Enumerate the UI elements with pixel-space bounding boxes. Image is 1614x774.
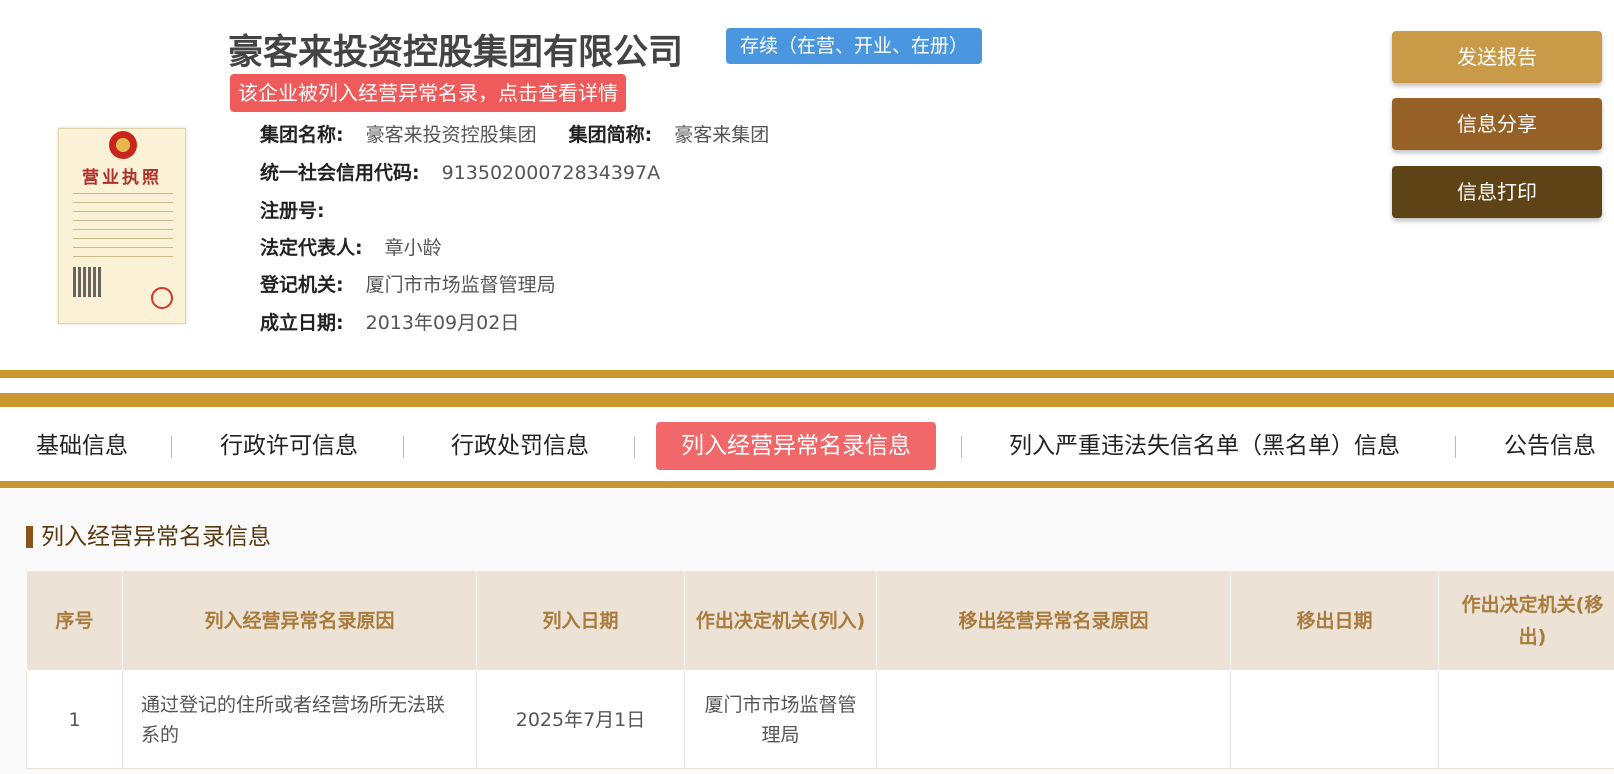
- share-info-button[interactable]: 信息分享: [1392, 98, 1602, 150]
- cell-index: 1: [26, 670, 123, 769]
- column-header-date-in: 列入日期: [476, 570, 685, 671]
- tab-separator: [171, 436, 172, 458]
- cell-date-in: 2025年7月1日: [476, 670, 685, 769]
- reg-authority-row: 登记机关: 厦门市市场监督管理局: [260, 270, 556, 300]
- cell-reason-out: [876, 670, 1231, 769]
- cell-reason-in: 通过登记的住所或者经营场所无法联系的: [122, 670, 477, 769]
- group-info-row: 集团名称: 豪客来投资控股集团 集团简称: 豪客来集团: [260, 120, 769, 150]
- column-header-authority-out: 作出决定机关(移出): [1438, 570, 1614, 671]
- cell-authority-in: 厦门市市场监督管理局: [684, 670, 877, 769]
- tab-separator: [403, 436, 404, 458]
- tabs-bottom-divider: [0, 481, 1614, 488]
- company-name: 豪客来投资控股集团有限公司: [228, 33, 684, 73]
- credit-code-row: 统一社会信用代码: 91350200072834397A: [260, 158, 660, 188]
- reg-no-row: 注册号:: [260, 196, 325, 226]
- abnormal-list-section: 列入经营异常名录信息 序号 列入经营异常名录原因 列入日期 作出决定机关(列入)…: [0, 488, 1614, 774]
- business-license-image[interactable]: 营业执照: [58, 128, 186, 324]
- credit-code-label: 统一社会信用代码:: [260, 162, 420, 184]
- abnormal-list-alert[interactable]: 该企业被列入经营异常名录，点击查看详情: [230, 74, 626, 112]
- qr-code-icon: [73, 267, 103, 297]
- tab-announcements[interactable]: 公告信息: [1504, 422, 1596, 470]
- header-divider: [0, 370, 1614, 378]
- license-title: 营业执照: [82, 168, 162, 188]
- group-short-label: 集团简称:: [568, 124, 653, 146]
- legal-rep-row: 法定代表人: 章小龄: [260, 233, 442, 263]
- reg-no-label: 注册号:: [260, 200, 325, 222]
- tab-admin-penalty[interactable]: 行政处罚信息: [451, 422, 589, 470]
- legal-rep-value: 章小龄: [384, 237, 442, 259]
- founded-value: 2013年09月02日: [365, 312, 520, 334]
- cell-date-out: [1230, 670, 1439, 769]
- tab-basic-info[interactable]: 基础信息: [36, 422, 128, 470]
- tab-admin-license[interactable]: 行政许可信息: [220, 422, 358, 470]
- reg-authority-value: 厦门市市场监督管理局: [365, 274, 556, 296]
- credit-code-value: 91350200072834397A: [441, 162, 661, 184]
- column-header-authority-in: 作出决定机关(列入): [684, 570, 877, 671]
- tab-separator: [961, 436, 962, 458]
- column-header-reason-out: 移出经营异常名录原因: [876, 570, 1231, 671]
- license-text-lines: [73, 193, 173, 265]
- section-title: 列入经营异常名录信息: [26, 524, 271, 550]
- tab-bar: 基础信息 行政许可信息 行政处罚信息 列入经营异常名录信息 列入严重违法失信名单…: [0, 422, 1614, 472]
- group-short-value: 豪客来集团: [674, 124, 770, 146]
- national-emblem-icon: [109, 131, 137, 159]
- print-info-button[interactable]: 信息打印: [1392, 166, 1602, 218]
- tab-blacklist[interactable]: 列入严重违法失信名单（黑名单）信息: [1009, 422, 1400, 470]
- legal-rep-label: 法定代表人:: [260, 237, 363, 259]
- column-header-index: 序号: [26, 570, 123, 671]
- send-report-button[interactable]: 发送报告: [1392, 31, 1602, 83]
- table-header-row: 序号 列入经营异常名录原因 列入日期 作出决定机关(列入) 移出经营异常名录原因…: [26, 570, 1614, 671]
- official-seal-icon: [151, 287, 173, 309]
- reg-authority-label: 登记机关:: [260, 274, 344, 296]
- tabs-top-divider: [0, 393, 1614, 407]
- abnormal-records-table: 序号 列入经营异常名录原因 列入日期 作出决定机关(列入) 移出经营异常名录原因…: [26, 570, 1614, 769]
- table-row: 1 通过登记的住所或者经营场所无法联系的 2025年7月1日 厦门市市场监督管理…: [26, 670, 1614, 769]
- cell-authority-out: [1438, 670, 1614, 769]
- status-badge: 存续（在营、开业、在册）: [726, 28, 983, 64]
- tab-separator: [1455, 436, 1456, 458]
- tab-abnormal-list[interactable]: 列入经营异常名录信息: [656, 422, 936, 470]
- group-name-label: 集团名称:: [260, 124, 344, 146]
- column-header-date-out: 移出日期: [1230, 570, 1439, 671]
- founded-label: 成立日期:: [260, 312, 344, 334]
- group-name-value: 豪客来投资控股集团: [365, 124, 537, 146]
- tab-separator: [634, 436, 635, 458]
- founded-row: 成立日期: 2013年09月02日: [260, 308, 519, 338]
- column-header-reason-in: 列入经营异常名录原因: [122, 570, 477, 671]
